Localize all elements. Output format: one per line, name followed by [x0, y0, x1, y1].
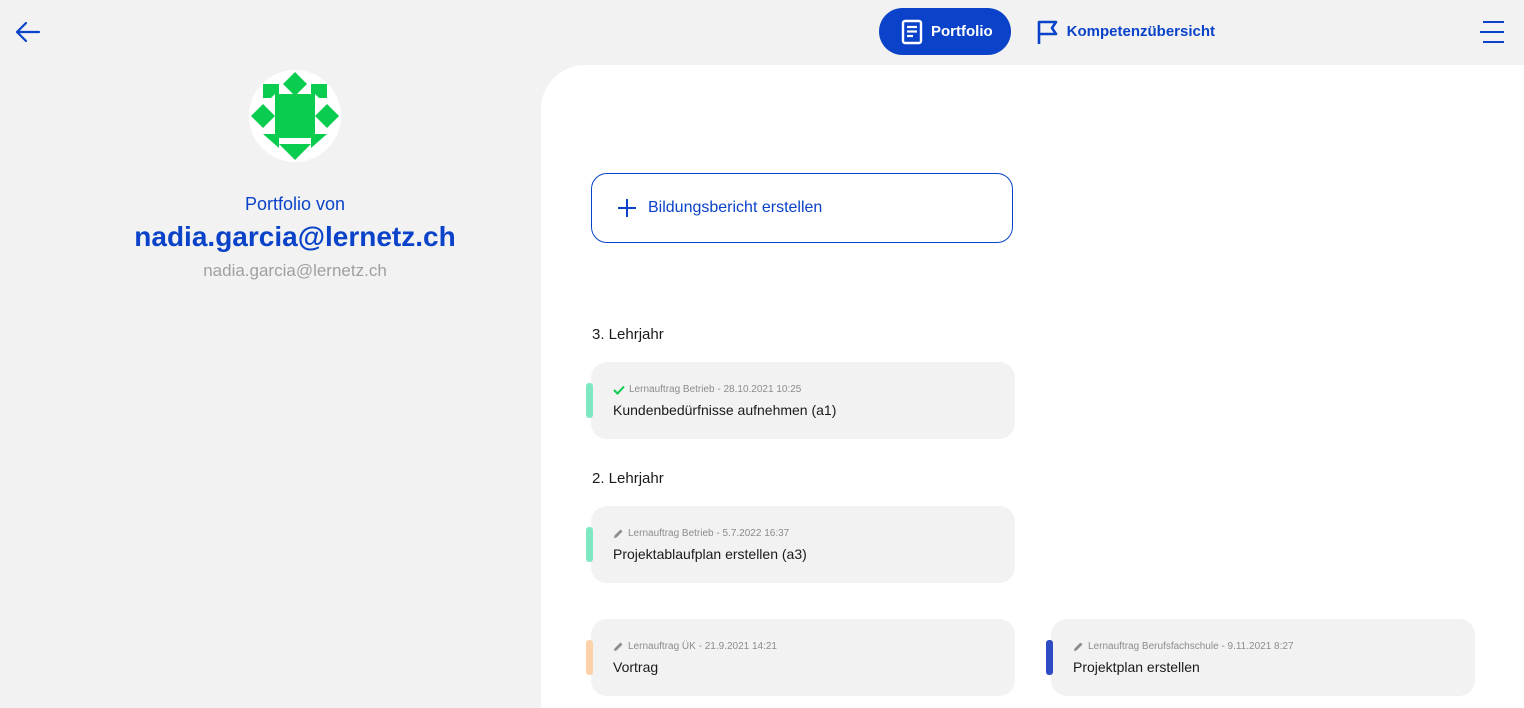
menu-button[interactable]: [1480, 20, 1506, 44]
card-title: Vortrag: [613, 659, 659, 675]
status-bar: [586, 527, 593, 562]
content-panel: Bildungsbericht erstellen 3. Lehrjahr Le…: [541, 65, 1524, 708]
nav-portfolio-tab[interactable]: Portfolio: [879, 8, 1011, 55]
create-report-label: Bildungsbericht erstellen: [648, 199, 823, 216]
status-bar: [1046, 640, 1053, 675]
list-item[interactable]: Lernauftrag Betrieb - 28.10.2021 10:25 K…: [586, 362, 1015, 439]
pencil-icon: [1074, 642, 1083, 651]
nav-kompetenzen-label: Kompetenzübersicht: [1066, 23, 1216, 40]
back-button[interactable]: [12, 16, 44, 48]
nav-portfolio-label: Portfolio: [931, 23, 993, 40]
card-meta-text: Lernauftrag ÜK - 21.9.2021 14:21: [628, 641, 777, 652]
list-item[interactable]: Lernauftrag ÜK - 21.9.2021 14:21 Vortrag: [586, 619, 1015, 696]
status-bar: [586, 640, 593, 675]
card-meta: Lernauftrag Betrieb - 28.10.2021 10:25: [613, 384, 801, 395]
card-meta-text: Lernauftrag Berufsfachschule - 9.11.2021…: [1088, 641, 1294, 652]
flag-icon: [1037, 20, 1057, 44]
list-item[interactable]: Lernauftrag Berufsfachschule - 9.11.2021…: [1046, 619, 1475, 696]
section-heading: 2. Lehrjahr: [592, 470, 664, 487]
profile-email: nadia.garcia@lernetz.ch: [203, 261, 387, 280]
arrow-left-icon: [15, 21, 41, 43]
pencil-icon: [614, 529, 623, 538]
section-heading: 3. Lehrjahr: [592, 326, 664, 343]
card-meta-text: Lernauftrag Betrieb - 5.7.2022 16:37: [628, 528, 790, 539]
nav-kompetenzen-link[interactable]: Kompetenzübersicht: [1035, 19, 1215, 45]
card-title: Projektablaufplan erstellen (a3): [613, 546, 807, 562]
check-icon: [613, 385, 625, 395]
hamburger-menu-icon: [1480, 21, 1504, 43]
profile-name: nadia.garcia@lernetz.ch: [134, 221, 456, 252]
profile-section: Portfolio von nadia.garcia@lernetz.ch na…: [0, 70, 590, 281]
status-bar: [586, 383, 593, 418]
avatar-pattern-icon: [251, 72, 339, 160]
list-item[interactable]: Lernauftrag Betrieb - 5.7.2022 16:37 Pro…: [586, 506, 1015, 583]
avatar: [249, 70, 341, 162]
card-meta: Lernauftrag Berufsfachschule - 9.11.2021…: [1073, 641, 1294, 652]
top-navigation: Portfolio Kompetenzübersicht: [879, 8, 1215, 55]
document-icon: [901, 19, 923, 44]
card-title: Projektplan erstellen: [1073, 659, 1200, 675]
card-meta-text: Lernauftrag Betrieb - 28.10.2021 10:25: [629, 384, 802, 395]
plus-icon: [618, 199, 636, 217]
pencil-icon: [614, 642, 623, 651]
card-meta: Lernauftrag Betrieb - 5.7.2022 16:37: [613, 528, 789, 539]
card-title: Kundenbedürfnisse aufnehmen (a1): [613, 402, 837, 418]
card-meta: Lernauftrag ÜK - 21.9.2021 14:21: [613, 641, 777, 652]
portfolio-owner-label: Portfolio von: [244, 194, 346, 214]
create-report-button[interactable]: Bildungsbericht erstellen: [591, 173, 1013, 243]
